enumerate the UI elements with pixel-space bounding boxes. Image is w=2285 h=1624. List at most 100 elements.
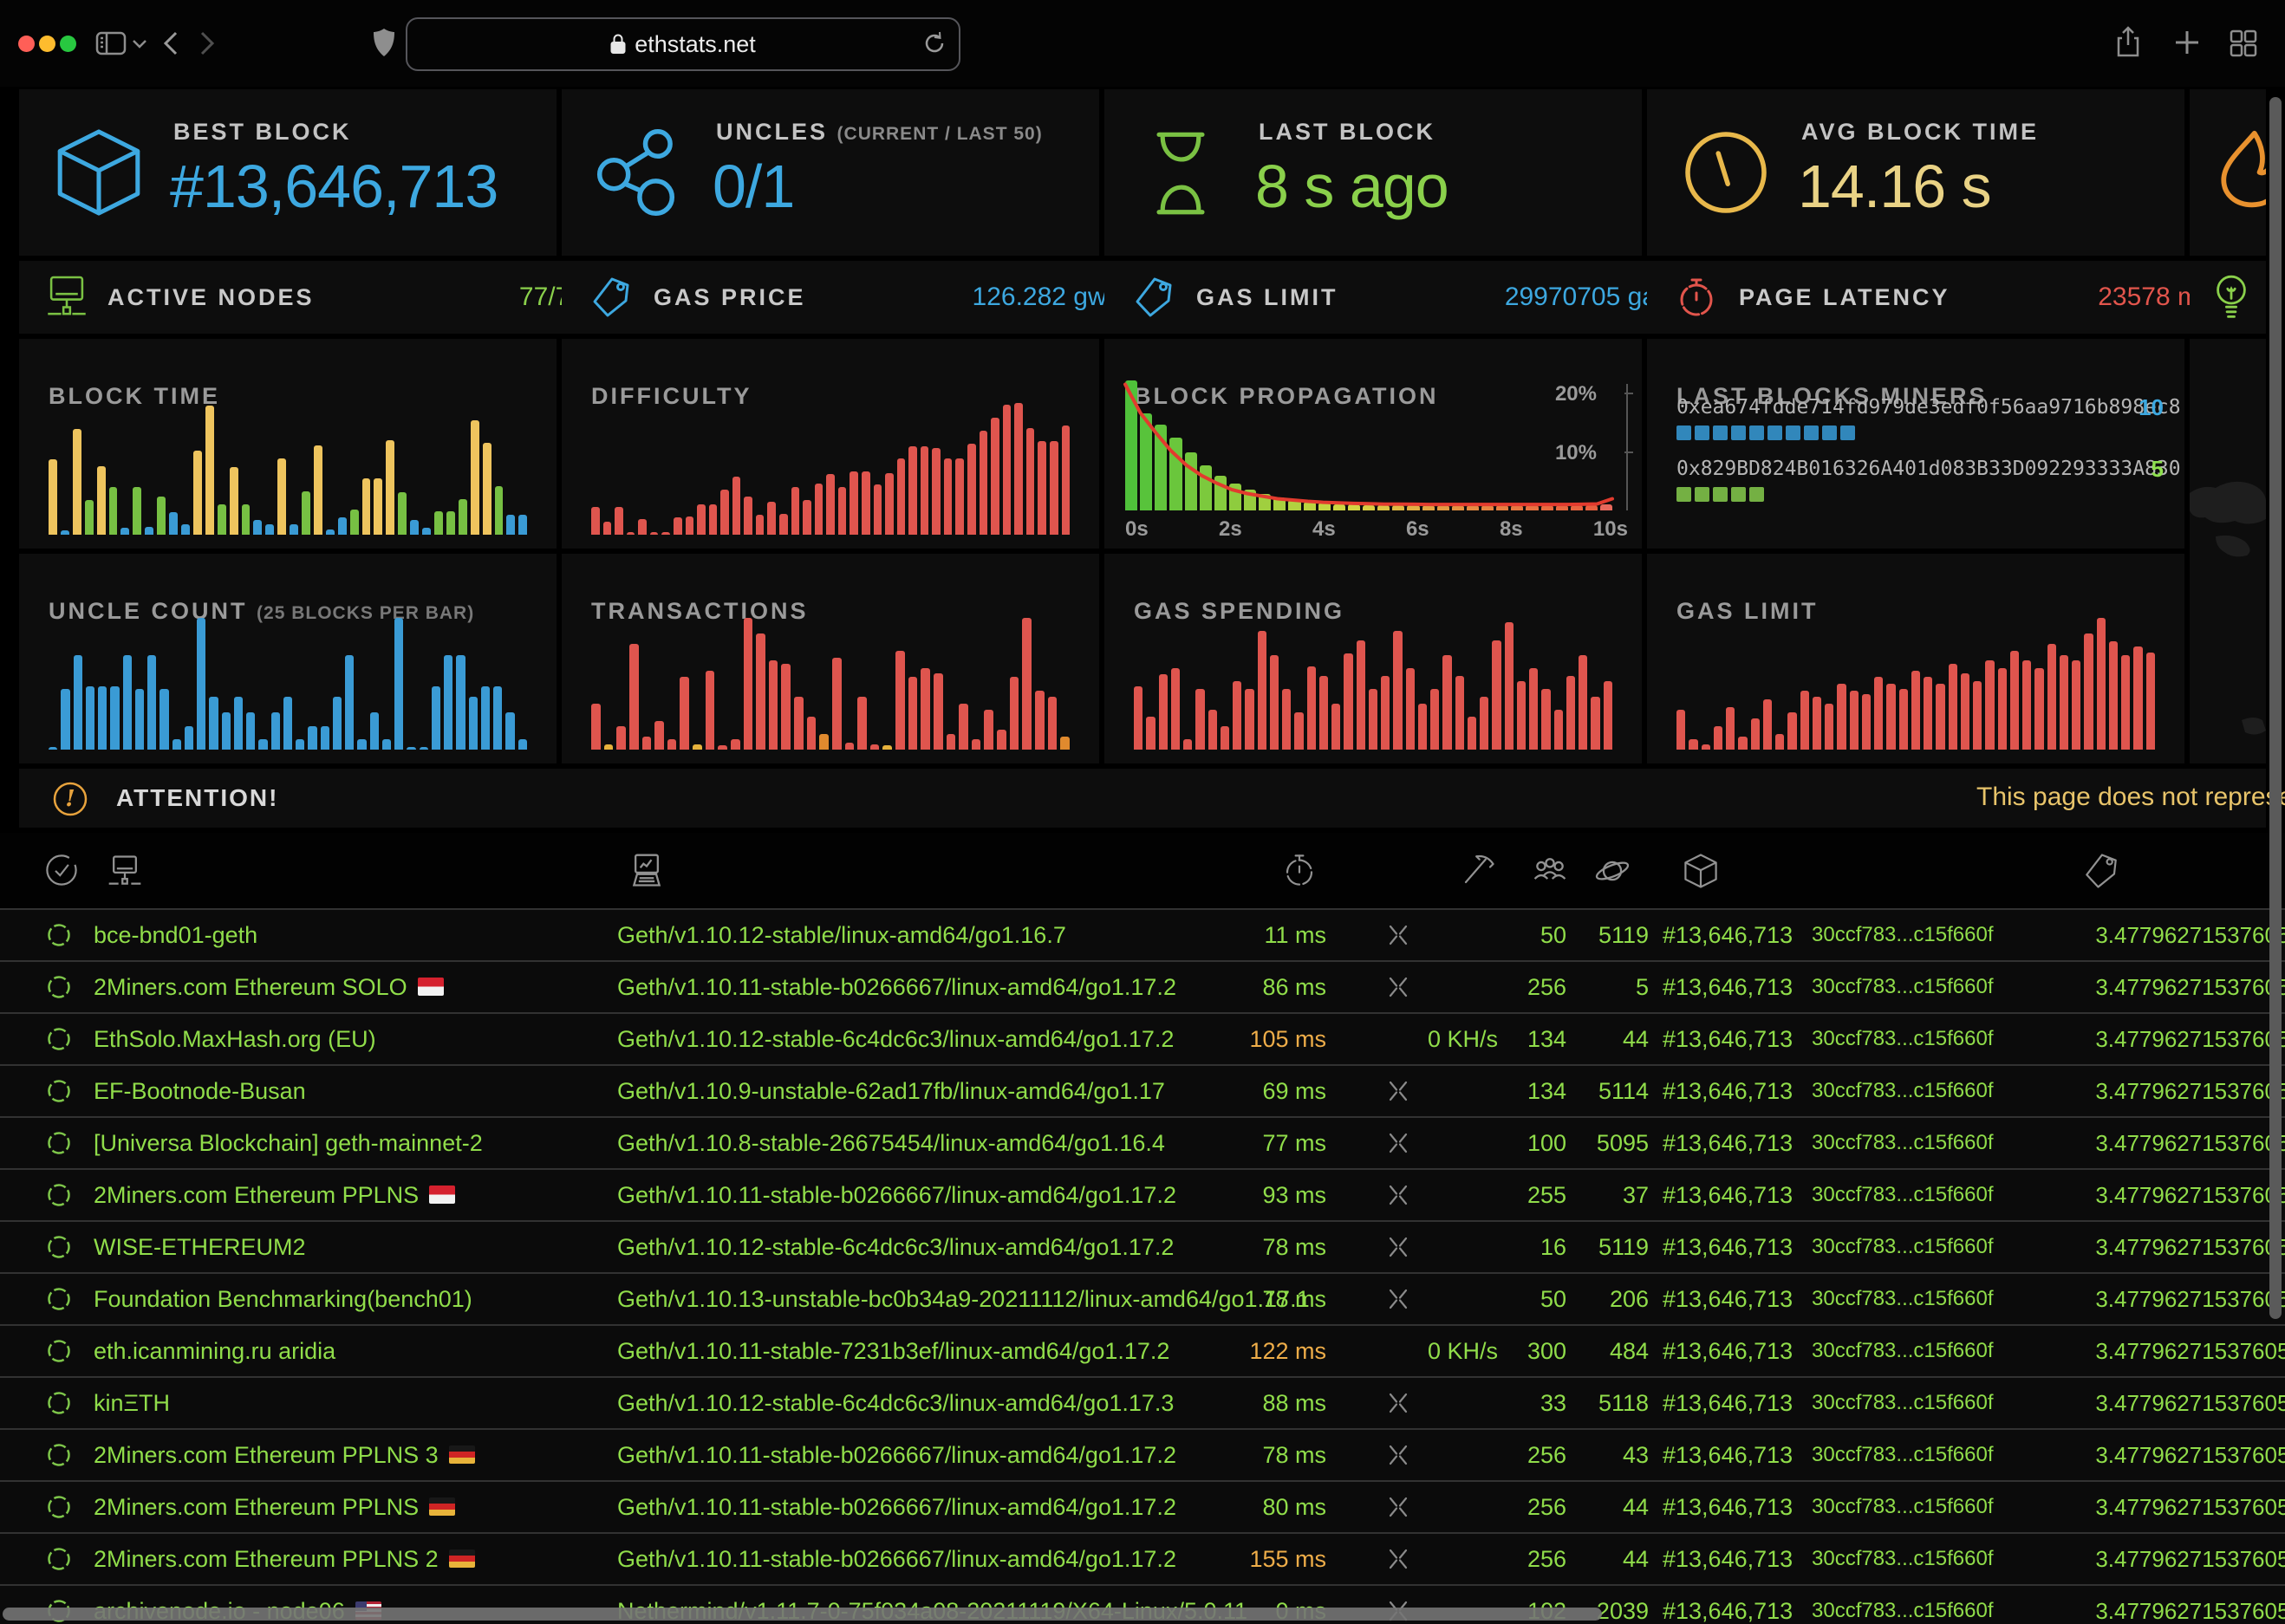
table-row[interactable]: 2Miners.com Ethereum PPLNS Geth/v1.10.11… bbox=[0, 1168, 2285, 1220]
node-name: 2Miners.com Ethereum PPLNS bbox=[94, 1170, 455, 1220]
node-latency: 86 ms bbox=[1189, 962, 1326, 1012]
node-block: #13,646,713 bbox=[1663, 1326, 1791, 1376]
x-axis-tick-label: 0s bbox=[1125, 517, 1149, 542]
attention-message: This page does not represent the bbox=[1976, 783, 2285, 812]
status-column-icon[interactable] bbox=[43, 852, 80, 888]
miner-address[interactable]: 0x829BD824B016326A401d083B33D092293333A8… bbox=[1676, 458, 2181, 480]
node-latency: 93 ms bbox=[1189, 1170, 1326, 1220]
node-block: #13,646,713 bbox=[1663, 1170, 1791, 1220]
node-latency: 78 ms bbox=[1189, 1274, 1326, 1324]
node-difficulty: 3.477962715376051e+2 bbox=[2087, 910, 2285, 960]
table-row[interactable]: EthSolo.MaxHash.org (EU) Geth/v1.10.12-s… bbox=[0, 1012, 2285, 1064]
mining-column-icon[interactable] bbox=[1460, 852, 1496, 888]
gas-limit-value: 29970705 gas bbox=[1505, 283, 1670, 312]
price-tag-icon bbox=[1132, 274, 1175, 321]
node-version: Geth/v1.10.11-stable-b0266667/linux-amd6… bbox=[617, 1482, 1176, 1532]
node-peers: 134 bbox=[1506, 1066, 1566, 1116]
node-mining: 0 KH/s bbox=[1387, 1326, 1498, 1376]
table-row[interactable]: Foundation Benchmarking(bench01) Geth/v1… bbox=[0, 1272, 2285, 1324]
pending-column-icon[interactable] bbox=[1593, 852, 1631, 890]
table-row[interactable]: [Universa Blockchain] geth-mainnet-2 Get… bbox=[0, 1116, 2285, 1168]
browser-chrome: ethstats.net bbox=[0, 0, 2285, 87]
x-axis-tick-label: 8s bbox=[1500, 517, 1523, 542]
node-status-icon bbox=[47, 1235, 71, 1259]
node-block: #13,646,713 bbox=[1663, 1378, 1791, 1428]
table-row[interactable]: eth.icanmining.ru aridia Geth/v1.10.11-s… bbox=[0, 1324, 2285, 1376]
table-row[interactable]: 2Miners.com Ethereum PPLNS 3 Geth/v1.10.… bbox=[0, 1428, 2285, 1480]
table-row[interactable]: WISE-ETHEREUM2 Geth/v1.10.12-stable-6c4d… bbox=[0, 1220, 2285, 1272]
y-axis-tick bbox=[1624, 451, 1633, 453]
table-row[interactable]: 2Miners.com Ethereum PPLNS Geth/v1.10.11… bbox=[0, 1480, 2285, 1532]
node-block: #13,646,713 bbox=[1663, 1482, 1791, 1532]
share-icon[interactable] bbox=[2115, 26, 2141, 59]
latency-column-icon[interactable] bbox=[1281, 852, 1318, 888]
zoom-window-button[interactable] bbox=[60, 36, 76, 52]
node-difficulty: 3.477962715376051e+2 bbox=[2087, 1482, 2285, 1532]
node-version: Geth/v1.10.12-stable/linux-amd64/go1.16.… bbox=[617, 910, 1066, 960]
table-row[interactable]: bce-bnd01-geth Geth/v1.10.12-stable/linu… bbox=[0, 908, 2285, 960]
node-latency: 11 ms bbox=[1189, 910, 1326, 960]
node-name: 2Miners.com Ethereum SOLO bbox=[94, 962, 444, 1012]
horizontal-scrollbar[interactable] bbox=[3, 1608, 1602, 1621]
miner-block-count: 10 bbox=[2139, 394, 2164, 421]
x-axis-tick-label: 6s bbox=[1406, 517, 1429, 542]
node-block-hash: 30ccf783...c15f660f bbox=[1812, 1482, 1993, 1532]
best-block-value: #13,646,713 bbox=[170, 152, 498, 221]
tab-overview-icon[interactable] bbox=[2230, 29, 2257, 57]
node-column-icon[interactable] bbox=[106, 852, 144, 890]
card-label: LAST BLOCK bbox=[1259, 119, 1435, 146]
node-pending: 44 bbox=[1585, 1014, 1649, 1064]
node-status-icon bbox=[47, 1079, 71, 1103]
chevron-down-icon[interactable] bbox=[132, 39, 147, 49]
y-axis-line bbox=[1626, 384, 1628, 510]
miner-address[interactable]: 0xea674fdde714fd979de3edf0f56aa9716b898e… bbox=[1676, 396, 2181, 419]
node-latency: 122 ms bbox=[1189, 1326, 1326, 1376]
difficulty-column-icon[interactable] bbox=[2082, 852, 2120, 890]
url-bar[interactable]: ethstats.net bbox=[406, 17, 960, 71]
peers-column-icon[interactable] bbox=[1531, 852, 1569, 890]
node-pending: 43 bbox=[1585, 1430, 1649, 1480]
table-row[interactable]: 2Miners.com Ethereum SOLO Geth/v1.10.11-… bbox=[0, 960, 2285, 1012]
hourglass-icon bbox=[1136, 124, 1226, 221]
node-peers: 33 bbox=[1506, 1378, 1566, 1428]
shield-icon[interactable] bbox=[373, 28, 395, 57]
minimize-window-button[interactable] bbox=[39, 36, 55, 52]
gauge-icon bbox=[1678, 124, 1774, 221]
node-block-hash: 30ccf783...c15f660f bbox=[1812, 1534, 1993, 1584]
panel-block-propagation: BLOCK PROPAGATION 20% 10% 0s2s4s6s8s10s bbox=[1104, 339, 1642, 549]
table-row[interactable]: 2Miners.com Ethereum PPLNS 2 Geth/v1.10.… bbox=[0, 1532, 2285, 1584]
close-window-button[interactable] bbox=[18, 36, 35, 52]
node-name: 2Miners.com Ethereum PPLNS bbox=[94, 1482, 455, 1532]
node-block-hash: 30ccf783...c15f660f bbox=[1812, 1378, 1993, 1428]
card-last-block: LAST BLOCK 8 s ago bbox=[1104, 89, 1642, 256]
node-version: Geth/v1.10.12-stable-6c4dc6c3/linux-amd6… bbox=[617, 1378, 1174, 1428]
lightbulb-icon bbox=[2212, 273, 2250, 322]
miners-list: 0xea674fdde714fd979de3edf0f56aa9716b898e… bbox=[1676, 396, 2164, 519]
stat-label: ACTIVE NODES bbox=[107, 284, 315, 311]
attention-bar: ! ATTENTION! This page does not represen… bbox=[19, 769, 2266, 828]
forward-button[interactable] bbox=[199, 30, 215, 56]
uncle-count-chart bbox=[49, 618, 527, 750]
vertical-scrollbar[interactable] bbox=[2269, 97, 2282, 1319]
client-column-icon[interactable] bbox=[628, 852, 666, 890]
uncles-molecule-icon bbox=[593, 124, 688, 221]
x-axis-labels: 0s2s4s6s8s10s bbox=[1125, 517, 1628, 542]
new-tab-icon[interactable] bbox=[2174, 29, 2200, 55]
miner-block-squares bbox=[1676, 425, 2164, 440]
back-button[interactable] bbox=[163, 30, 179, 56]
sg-flag-icon bbox=[429, 1186, 455, 1204]
refresh-icon[interactable] bbox=[922, 31, 947, 55]
table-row[interactable]: EF-Bootnode-Busan Geth/v1.10.9-unstable-… bbox=[0, 1064, 2285, 1116]
table-row[interactable]: kinΞTH Geth/v1.10.12-stable-6c4dc6c3/lin… bbox=[0, 1376, 2285, 1428]
node-status-icon bbox=[47, 1131, 71, 1155]
node-name: kinΞTH bbox=[94, 1378, 170, 1428]
cube-icon bbox=[50, 124, 147, 221]
card-label: AVG BLOCK TIME bbox=[1801, 119, 2039, 146]
node-pending: 5 bbox=[1585, 962, 1649, 1012]
sidebar-toggle-icon[interactable] bbox=[95, 31, 127, 55]
price-tag-icon bbox=[589, 274, 633, 321]
node-pending: 44 bbox=[1585, 1534, 1649, 1584]
block-column-icon[interactable] bbox=[1682, 852, 1720, 890]
node-status-icon bbox=[47, 975, 71, 999]
avg-block-time-value: 14.16 s bbox=[1798, 152, 1991, 221]
